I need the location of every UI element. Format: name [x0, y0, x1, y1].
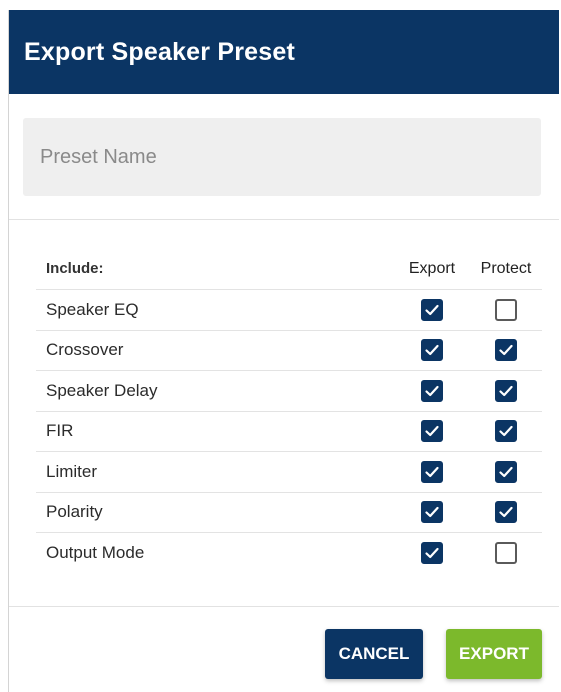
protect-cell [470, 298, 542, 321]
export-button[interactable]: EXPORT [446, 629, 542, 679]
protect-checkbox[interactable] [495, 542, 517, 565]
check-icon [424, 302, 440, 318]
check-icon [424, 423, 440, 439]
table-row: FIR [36, 412, 542, 452]
row-label: Speaker Delay [46, 380, 158, 400]
protect-cell [470, 339, 542, 362]
check-icon [424, 464, 440, 480]
table-row: Polarity [36, 493, 542, 533]
table-row: Limiter [36, 452, 542, 493]
check-icon [424, 383, 440, 399]
protect-header: Protect [480, 259, 532, 277]
check-icon [498, 464, 514, 480]
check-icon [424, 545, 440, 561]
check-icon [498, 504, 514, 520]
dialog-header: Export Speaker Preset [9, 10, 559, 94]
export-checkbox[interactable] [421, 460, 443, 483]
row-label: Crossover [46, 340, 124, 360]
protect-cell [470, 501, 542, 524]
protect-cell [470, 542, 542, 565]
preset-name-section [9, 94, 559, 220]
export-checkbox[interactable] [421, 379, 443, 402]
include-table: Include: Export Protect Speaker EQ Crosso… [36, 248, 542, 574]
row-label: Polarity [46, 502, 103, 522]
protect-cell [470, 379, 542, 402]
export-cell [396, 420, 468, 443]
include-table-body: Speaker EQ Crossover Speaker Delay FIR Limit… [36, 290, 542, 574]
protect-checkbox[interactable] [495, 339, 517, 362]
check-icon [498, 342, 514, 358]
table-row: Speaker Delay [36, 371, 542, 412]
include-table-header: Include: Export Protect [36, 248, 542, 290]
row-label: Output Mode [46, 543, 145, 563]
export-cell [396, 339, 468, 362]
export-cell [396, 298, 468, 321]
protect-checkbox[interactable] [495, 501, 517, 524]
protect-checkbox[interactable] [495, 298, 517, 321]
export-checkbox[interactable] [421, 501, 443, 524]
export-cell [396, 542, 468, 565]
protect-cell [470, 420, 542, 443]
export-checkbox[interactable] [421, 420, 443, 443]
include-header: Include: [46, 260, 104, 277]
protect-checkbox[interactable] [495, 420, 517, 443]
dialog-footer: CANCEL EXPORT [9, 606, 559, 692]
table-row: Output Mode [36, 533, 542, 574]
export-checkbox[interactable] [421, 542, 443, 565]
export-cell [396, 379, 468, 402]
row-label: Speaker EQ [46, 299, 139, 319]
export-cell [396, 501, 468, 524]
preset-name-input[interactable] [23, 118, 541, 196]
export-checkbox[interactable] [421, 339, 443, 362]
protect-checkbox[interactable] [495, 379, 517, 402]
table-row: Speaker EQ [36, 290, 542, 331]
protect-checkbox[interactable] [495, 460, 517, 483]
protect-cell [470, 460, 542, 483]
table-row: Crossover [36, 331, 542, 371]
dialog-title: Export Speaker Preset [24, 37, 295, 66]
export-preset-dialog: Export Speaker Preset Include: Export Pr… [8, 10, 559, 692]
check-icon [424, 504, 440, 520]
export-checkbox[interactable] [421, 298, 443, 321]
row-label: Limiter [46, 461, 98, 481]
export-header: Export [408, 259, 456, 277]
row-label: FIR [46, 421, 74, 441]
check-icon [424, 342, 440, 358]
export-cell [396, 460, 468, 483]
cancel-button[interactable]: CANCEL [325, 629, 423, 679]
check-icon [498, 423, 514, 439]
check-icon [498, 383, 514, 399]
